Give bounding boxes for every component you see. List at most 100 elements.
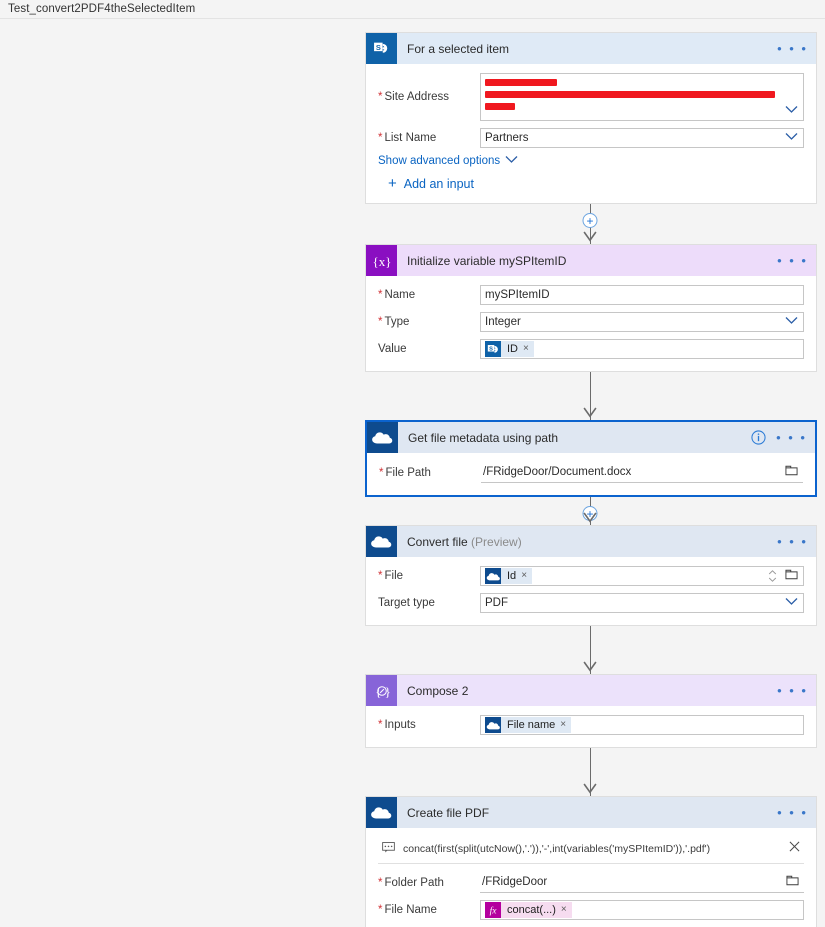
- chevron-down-icon[interactable]: [785, 316, 798, 328]
- field-row-variable-value: Value S ID ×: [378, 339, 804, 359]
- input-variable-value[interactable]: S ID ×: [480, 339, 804, 359]
- redacted-text-bar: [485, 91, 775, 98]
- card-menu-button[interactable]: • • •: [777, 535, 808, 548]
- card-menu-button[interactable]: • • •: [777, 42, 808, 55]
- svg-text:}: }: [384, 684, 390, 699]
- field-label-variable-name: * Name: [378, 289, 416, 301]
- card-title: Compose 2: [407, 683, 469, 698]
- input-file[interactable]: Id ×: [480, 566, 804, 586]
- action-card-for-a-selected-item[interactable]: S For a selected item • • • * Site Address * L…: [365, 32, 817, 204]
- action-card-initialize-variable-myspitemid[interactable]: {x} Initialize variable mySPItemID • • • * N…: [365, 244, 817, 372]
- stepper-icon[interactable]: [768, 569, 777, 583]
- required-marker: *: [379, 466, 384, 479]
- dynamic-content-token[interactable]: S ID ×: [485, 341, 534, 357]
- field-label-folder-path: * Folder Path: [378, 876, 444, 889]
- input-variable-type[interactable]: Integer: [480, 312, 804, 332]
- folder-picker-icon[interactable]: [786, 875, 799, 890]
- input-file-path[interactable]: /FRidgeDoor/Document.docx: [481, 462, 803, 483]
- card-body-get-file-metadata-using-path: * File Path/FRidgeDoor/Document.docx: [367, 453, 815, 495]
- input-file-name[interactable]: fx concat(...) ×: [480, 900, 804, 920]
- chevron-down-icon[interactable]: [505, 155, 518, 167]
- folder-picker-icon[interactable]: [785, 465, 798, 480]
- field-value: PDF: [485, 597, 508, 609]
- field-label-variable-type: * Type: [378, 316, 410, 328]
- card-menu-button[interactable]: • • •: [777, 254, 808, 267]
- svg-text:S: S: [376, 43, 381, 52]
- add-an-input-button[interactable]: + Add an input: [378, 175, 804, 192]
- card-header-compose-2[interactable]: {} Compose 2 • • •: [366, 675, 816, 706]
- dynamic-content-token[interactable]: File name ×: [485, 717, 572, 733]
- field-row-list-name: * List Name Partners: [378, 128, 804, 148]
- required-marker: *: [378, 91, 383, 103]
- card-title: For a selected item: [407, 41, 510, 56]
- flow-canvas[interactable]: S For a selected item • • • * Site Address * L…: [0, 20, 825, 927]
- card-header-create-file-pdf[interactable]: Create file PDF • • •: [366, 797, 816, 828]
- card-title: Create file PDF: [407, 805, 490, 820]
- card-title: Convert file (Preview): [407, 534, 522, 549]
- input-variable-name[interactable]: mySPItemID: [480, 285, 804, 305]
- required-marker: *: [378, 132, 383, 144]
- input-folder-path[interactable]: /FRidgeDoor: [480, 872, 804, 893]
- folder-picker-icon[interactable]: [785, 569, 798, 584]
- plus-icon: +: [388, 175, 397, 192]
- token-label: ID: [501, 341, 523, 357]
- field-value: /FRidgeDoor: [482, 876, 548, 888]
- field-row-inputs: * Inputs File name ×: [378, 715, 804, 735]
- connector-1: +: [365, 204, 817, 244]
- insert-step-button[interactable]: +: [582, 213, 598, 228]
- card-header-convert-file[interactable]: Convert file (Preview) • • •: [366, 526, 816, 557]
- token-remove-icon[interactable]: ×: [560, 717, 572, 733]
- info-icon[interactable]: [751, 430, 766, 445]
- card-menu-button[interactable]: • • •: [776, 431, 807, 444]
- card-subtitle: (Preview): [471, 534, 522, 549]
- action-card-convert-file[interactable]: Convert file (Preview) • • • * File Id × Targe…: [365, 525, 817, 626]
- variable-icon: {x}: [366, 245, 397, 276]
- card-menu-button[interactable]: • • •: [777, 684, 808, 697]
- redacted-text-bar: [485, 103, 515, 110]
- card-menu-button[interactable]: • • •: [777, 806, 808, 819]
- chevron-down-icon[interactable]: [785, 105, 798, 117]
- action-card-compose-2[interactable]: {} Compose 2 • • • * Inputs File name ×: [365, 674, 817, 748]
- connector-arrow-icon: [583, 661, 598, 675]
- expression-text: concat(first(split(utcNow(),'.')),'-',in…: [403, 843, 711, 855]
- connector-arrow-icon: [583, 512, 598, 526]
- show-advanced-options[interactable]: Show advanced options: [378, 155, 500, 167]
- card-header-get-file-metadata-using-path[interactable]: Get file metadata using path • • •: [367, 422, 815, 453]
- chevron-down-icon[interactable]: [785, 597, 798, 609]
- token-remove-icon[interactable]: ×: [523, 341, 534, 357]
- input-list-name[interactable]: Partners: [480, 128, 804, 148]
- connector-arrow-icon: [583, 407, 598, 421]
- action-card-get-file-metadata-using-path[interactable]: Get file metadata using path • • • * File P…: [365, 420, 817, 497]
- close-icon[interactable]: [789, 841, 800, 855]
- connector-4: [365, 626, 817, 674]
- token-remove-icon[interactable]: ×: [521, 568, 533, 584]
- action-card-create-file-pdf[interactable]: Create file PDF • • • concat(first(split(u…: [365, 796, 817, 927]
- sharepoint-icon: S: [366, 33, 397, 64]
- card-body-compose-2: * Inputs File name ×: [366, 706, 816, 747]
- add-input-label: Add an input: [403, 177, 474, 191]
- chevron-down-icon[interactable]: [785, 132, 798, 144]
- card-header-initialize-variable-myspitemid[interactable]: {x} Initialize variable mySPItemID • • •: [366, 245, 816, 276]
- field-row-variable-type: * Type Integer: [378, 312, 804, 332]
- card-header-for-a-selected-item[interactable]: S For a selected item • • •: [366, 33, 816, 64]
- field-row-site-address: * Site Address: [378, 73, 804, 121]
- flow-designer-page: Test_convert2PDF4theSelectedItem S For a …: [0, 0, 825, 927]
- dynamic-content-token[interactable]: Id ×: [485, 568, 533, 584]
- link-row: Show advanced options: [378, 155, 804, 167]
- connector-2: [365, 372, 817, 420]
- input-inputs[interactable]: File name ×: [480, 715, 804, 735]
- input-target-type[interactable]: PDF: [480, 593, 804, 613]
- field-value: /FRidgeDoor/Document.docx: [483, 466, 632, 478]
- field-row-folder-path: * Folder Path/FRidgeDoor: [378, 872, 804, 893]
- input-site-address[interactable]: [480, 73, 804, 121]
- token-remove-icon[interactable]: ×: [560, 902, 572, 918]
- card-body-convert-file: * File Id × Target type PDF: [366, 557, 816, 625]
- flow-step-column: S For a selected item • • • * Site Address * L…: [365, 32, 817, 927]
- field-row-file: * File Id ×: [378, 566, 804, 586]
- token-label: File name: [501, 717, 561, 733]
- token-label: Id: [501, 568, 522, 584]
- card-body-for-a-selected-item: * Site Address * List Name Partners Show adva…: [366, 64, 816, 203]
- field-label-file: * File: [378, 570, 404, 582]
- expression-preview-bar: concat(first(split(utcNow(),'.')),'-',in…: [378, 837, 804, 864]
- dynamic-content-token[interactable]: fx concat(...) ×: [485, 902, 572, 918]
